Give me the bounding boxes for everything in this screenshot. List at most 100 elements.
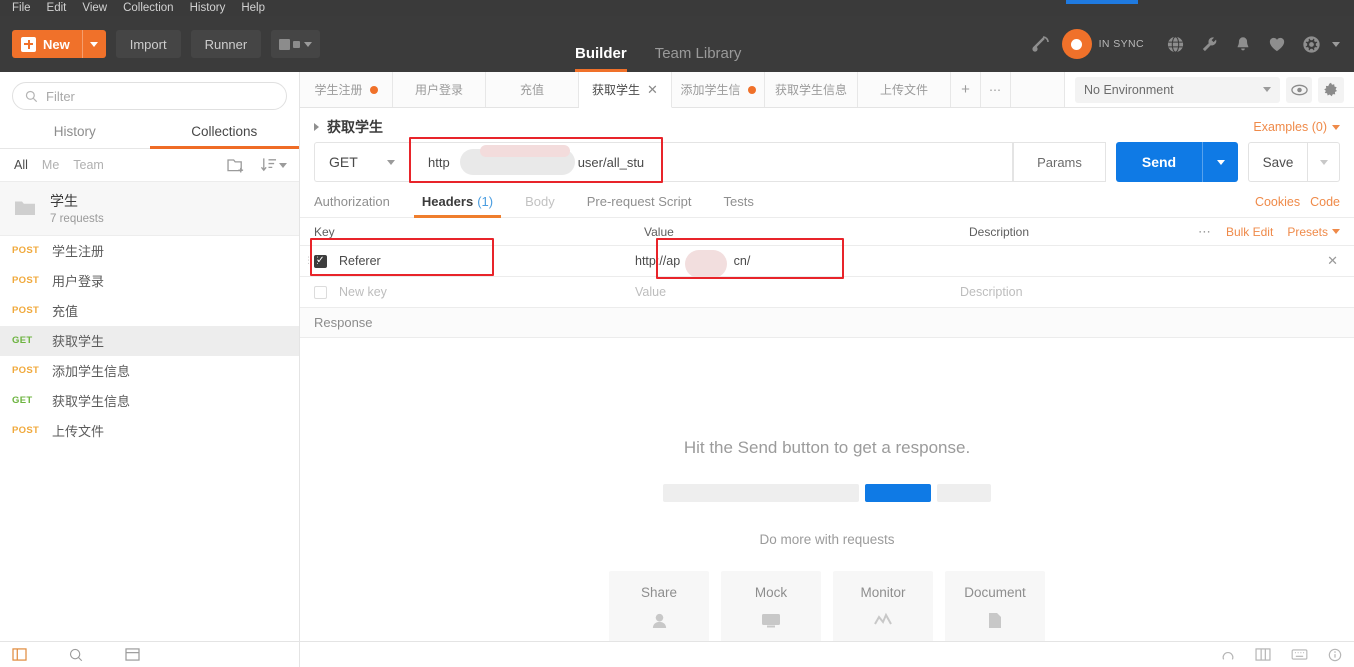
list-item[interactable]: POST 充值 <box>0 296 299 326</box>
tab-builder[interactable]: Builder <box>575 45 627 72</box>
menu-item-help[interactable]: Help <box>233 0 273 16</box>
request-method: POST <box>12 365 40 377</box>
add-tab-button[interactable]: + <box>951 72 981 107</box>
header-key-input[interactable]: Referer <box>339 254 635 268</box>
help-icon[interactable] <box>1221 648 1235 662</box>
card-mock[interactable]: Mock <box>721 571 821 643</box>
request-tab[interactable]: 学生注册 <box>300 72 393 107</box>
request-name: 获取学生 <box>52 334 105 350</box>
request-tab[interactable]: 获取学生信息 <box>765 72 858 107</box>
import-button[interactable]: Import <box>115 30 181 58</box>
heart-icon[interactable] <box>1260 16 1294 72</box>
settings-dropdown-button[interactable] <box>1328 16 1344 72</box>
main-panel: 学生注册 用户登录 充值 获取学生 ✕ 添加学生信 获取学生信息 上传文件 + … <box>300 72 1354 667</box>
tab-authorization[interactable]: Authorization <box>314 186 406 218</box>
save-button-group: Save <box>1248 142 1340 182</box>
more-options-icon[interactable]: ⋯ <box>1198 224 1212 240</box>
card-monitor[interactable]: Monitor <box>833 571 933 643</box>
filter-me[interactable]: Me <box>42 158 59 172</box>
save-options-button[interactable] <box>1308 142 1340 182</box>
examples-dropdown[interactable]: Examples (0) <box>1253 120 1340 134</box>
broadcast-icon[interactable] <box>1024 16 1058 72</box>
sidebar-tab-history[interactable]: History <box>0 118 150 148</box>
list-item[interactable]: POST 用户登录 <box>0 266 299 296</box>
tab-headers[interactable]: Headers (1) <box>406 186 509 218</box>
row-checkbox[interactable] <box>314 285 327 299</box>
new-value-input[interactable]: Value <box>635 285 960 299</box>
list-item[interactable]: GET 获取学生信息 <box>0 386 299 416</box>
bell-icon[interactable] <box>1226 16 1260 72</box>
runner-button[interactable]: Runner <box>190 30 262 58</box>
search-input[interactable]: Filter <box>12 82 287 110</box>
url-input[interactable]: http user/all_stu <box>409 142 1013 182</box>
tab-body[interactable]: Body <box>509 186 571 218</box>
method-select[interactable]: GET <box>314 142 409 182</box>
sidebar-tab-collections[interactable]: Collections <box>149 118 300 149</box>
console-icon[interactable] <box>125 648 140 661</box>
save-button[interactable]: Save <box>1248 142 1308 182</box>
chevron-down-icon <box>387 159 395 165</box>
list-item[interactable]: POST 添加学生信息 <box>0 356 299 386</box>
request-header: 获取学生 Examples (0) <box>300 112 1354 142</box>
menu-item-edit[interactable]: Edit <box>39 0 75 16</box>
request-tab[interactable]: 充值 <box>486 72 579 107</box>
tab-team-library[interactable]: Team Library <box>655 45 742 72</box>
tab-pre-request-script[interactable]: Pre-request Script <box>571 186 708 218</box>
postman-window: File Edit View Collection History Help N… <box>0 0 1354 667</box>
filter-team[interactable]: Team <box>73 158 104 172</box>
search-icon[interactable] <box>69 648 83 662</box>
request-tab[interactable]: 上传文件 <box>858 72 951 107</box>
globe-icon[interactable] <box>1158 16 1192 72</box>
page-title: 获取学生 <box>327 119 383 135</box>
drag-handle-icon[interactable]: ⋮⋮ <box>304 255 322 266</box>
request-tab[interactable]: 用户登录 <box>393 72 486 107</box>
card-share[interactable]: Share <box>609 571 709 643</box>
tab-options-button[interactable]: ⋯ <box>981 72 1011 107</box>
header-value-input[interactable]: http://ap cn/ <box>635 250 960 278</box>
delete-row-icon[interactable]: ✕ <box>1327 253 1338 269</box>
list-item[interactable]: POST 学生注册 <box>0 236 299 266</box>
code-link[interactable]: Code <box>1310 195 1340 209</box>
tab-tests[interactable]: Tests <box>708 186 770 218</box>
environment-settings-button[interactable] <box>1318 76 1344 103</box>
new-button[interactable]: New <box>12 30 106 58</box>
sidebar-toggle-icon[interactable] <box>12 648 27 661</box>
new-dropdown-button[interactable] <box>81 30 106 58</box>
environment-select[interactable]: No Environment <box>1075 76 1280 103</box>
menu-item-file[interactable]: File <box>4 0 39 16</box>
menu-item-view[interactable]: View <box>74 0 115 16</box>
layout-icon[interactable] <box>1255 648 1271 661</box>
menu-item-history[interactable]: History <box>182 0 234 16</box>
new-key-input[interactable]: New key <box>339 285 635 299</box>
send-options-button[interactable] <box>1202 142 1238 182</box>
card-document[interactable]: Document <box>945 571 1045 643</box>
collection-item[interactable]: 学生 7 requests <box>0 182 299 236</box>
sync-status[interactable]: IN SYNC <box>1061 29 1144 59</box>
menu-item-collection[interactable]: Collection <box>115 0 182 16</box>
list-item[interactable]: POST 上传文件 <box>0 416 299 446</box>
bulk-edit-link[interactable]: Bulk Edit <box>1226 225 1273 239</box>
new-folder-icon[interactable] <box>227 157 246 173</box>
close-icon[interactable]: ✕ <box>647 82 658 98</box>
list-item-selected[interactable]: GET 获取学生 <box>0 325 299 356</box>
request-tab[interactable]: 添加学生信 <box>672 72 765 107</box>
tab-strip-filler <box>1011 72 1065 107</box>
presets-dropdown[interactable]: Presets <box>1287 225 1340 239</box>
wrench-icon[interactable] <box>1192 16 1226 72</box>
keyboard-icon[interactable] <box>1291 649 1308 660</box>
send-button[interactable]: Send <box>1116 142 1202 182</box>
info-icon[interactable] <box>1328 648 1342 662</box>
new-window-button[interactable] <box>271 30 321 58</box>
sort-icon[interactable] <box>260 157 287 173</box>
gear-icon[interactable] <box>1294 16 1328 72</box>
card-label: Document <box>964 585 1026 600</box>
request-title-group[interactable]: 获取学生 <box>314 117 383 137</box>
request-tab-active[interactable]: 获取学生 ✕ <box>579 72 672 108</box>
environment-quick-look-button[interactable] <box>1286 76 1312 103</box>
chevron-right-icon[interactable] <box>314 123 319 131</box>
cookies-link[interactable]: Cookies <box>1255 195 1300 209</box>
filter-all[interactable]: All <box>14 158 28 172</box>
new-description-input[interactable]: Description <box>960 285 1354 299</box>
collection-filter-bar: All Me Team <box>0 149 299 182</box>
params-button[interactable]: Params <box>1013 142 1106 182</box>
